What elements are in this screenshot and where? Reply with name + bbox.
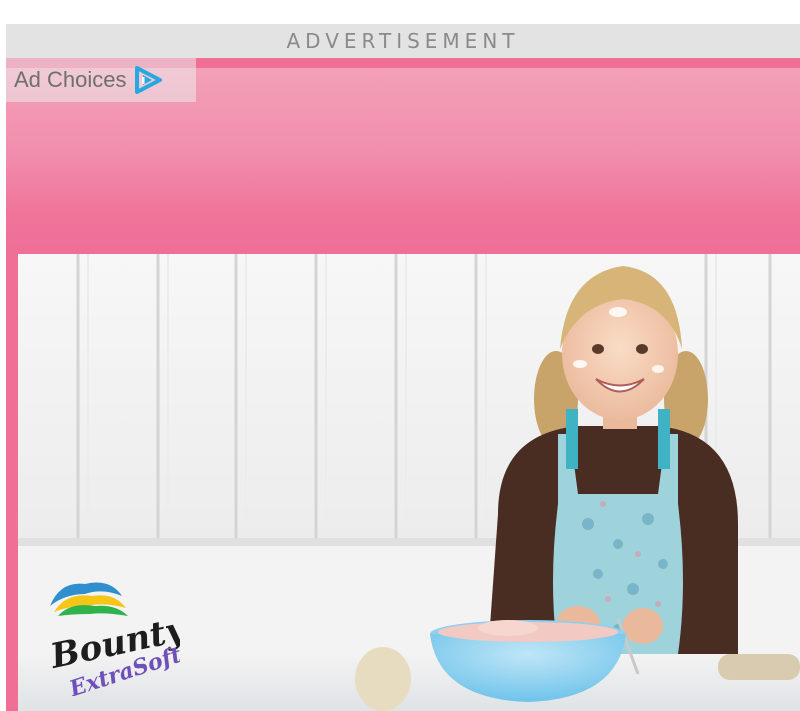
- ad-choices-triangle-icon: [133, 65, 163, 95]
- ad-choices-label: Ad Choices: [14, 67, 127, 92]
- ad-frame[interactable]: Ad Choices Bounty ExtraSoft: [6, 58, 800, 711]
- advertisement-label-bar: ADVERTISEMENT: [6, 24, 800, 58]
- ad-choices-button[interactable]: Ad Choices: [6, 58, 196, 102]
- bounty-extrasoft-logo: Bounty ExtraSoft: [40, 576, 180, 696]
- advertisement-label: ADVERTISEMENT: [286, 29, 520, 53]
- child-baking-photo[interactable]: Bounty ExtraSoft: [18, 254, 800, 711]
- page: ADVERTISEMENT Ad Choices Bounty ExtraSof…: [0, 0, 800, 711]
